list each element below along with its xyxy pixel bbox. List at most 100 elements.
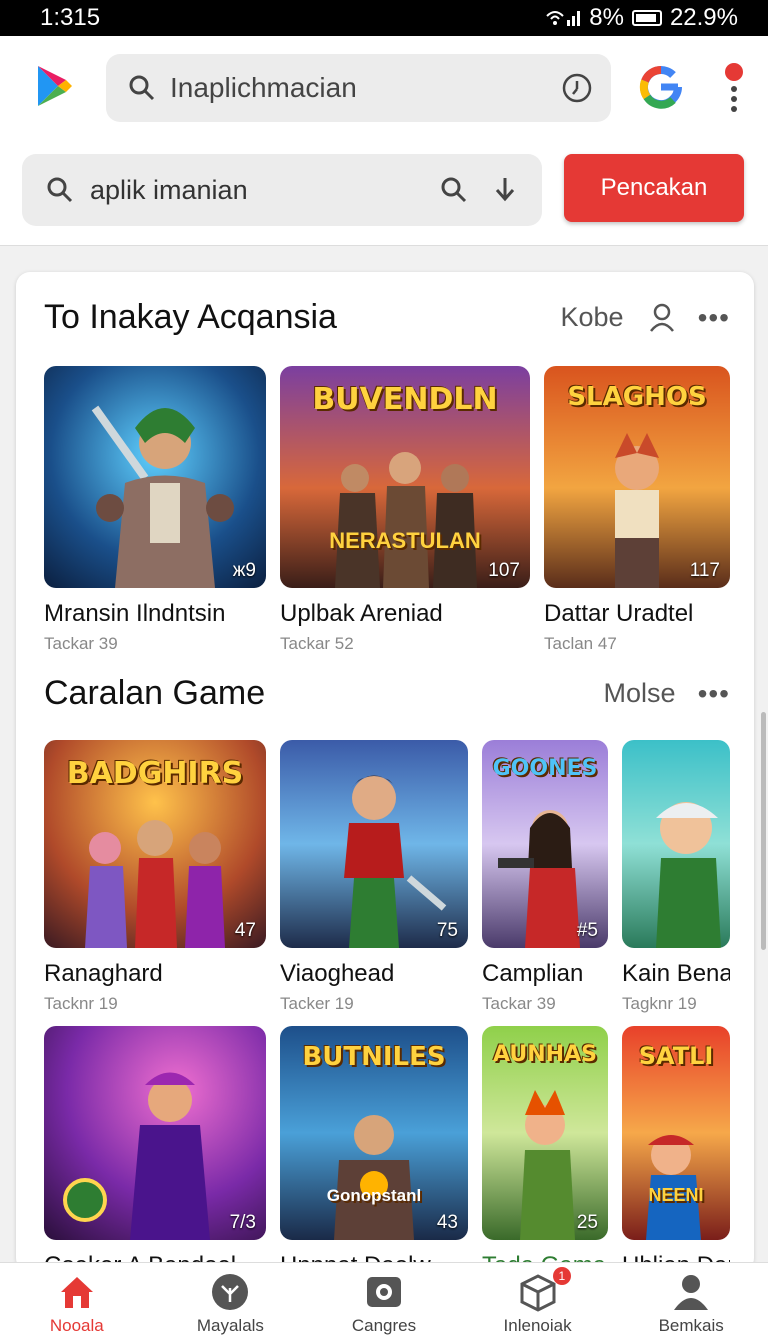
app-rating-badge: 47: [234, 920, 256, 941]
app-rating-badge: ж9: [232, 560, 256, 581]
app-thumbnail[interactable]: BADGHIRS 47: [44, 740, 266, 948]
app-name: Viaoghead: [280, 960, 395, 987]
notification-badge: 1: [552, 1267, 571, 1285]
app-thumbnail[interactable]: 7/3: [44, 1026, 266, 1240]
nav-item-home[interactable]: Nooala: [0, 1263, 154, 1344]
art-title-text: BADGHIRS: [66, 756, 244, 791]
app-rating-badge: 75: [436, 920, 458, 941]
app-rating-badge: #5: [576, 920, 598, 941]
status-right-text: 22.9%: [669, 4, 738, 31]
character-art-icon: [656, 802, 721, 948]
section-header-2: Caralan Game Molse •••: [44, 674, 730, 713]
app-name: Uplbak Areniad: [280, 600, 443, 627]
art-subtitle-text: Gonopstanl: [326, 1186, 422, 1205]
app-subtitle: Tacknr 19: [44, 994, 118, 1013]
app-tile[interactable]: GOONES #5 Camplian Tackar 39: [482, 740, 608, 1014]
camera-icon: [366, 1276, 401, 1307]
character-art-icon: [63, 1072, 210, 1240]
nav-item-cangres[interactable]: Cangres: [307, 1263, 461, 1344]
art-subtitle-text: NEENI: [648, 1185, 704, 1205]
character-art-icon: [646, 1135, 701, 1240]
app-thumbnail[interactable]: ж9: [44, 366, 266, 588]
search-action-button[interactable]: Pencakan: [564, 154, 744, 222]
section-more-link[interactable]: Kobe: [561, 302, 624, 333]
character-art-icon: [85, 820, 225, 948]
nav-label: Inlenoiak: [503, 1315, 572, 1335]
nav-label: Bemkais: [658, 1315, 724, 1335]
header: Inaplichmacian aplik imanian Pencakan: [0, 36, 768, 246]
status-time: 1:315: [40, 4, 101, 31]
app-rating-badge: 43: [436, 1212, 458, 1233]
search-icon: [47, 177, 73, 203]
secondary-search-bar[interactable]: aplik imanian: [22, 154, 542, 226]
search-submit-icon[interactable]: [440, 176, 468, 204]
scrollbar[interactable]: [761, 712, 766, 950]
app-rating-badge: 7/3: [229, 1212, 256, 1233]
art-title-text: SATLI: [638, 1042, 714, 1070]
app-tile[interactable]: SATLI NEENI Uhlian Darl: [622, 1026, 730, 1272]
person-icon[interactable]: [648, 303, 676, 333]
play-store-logo-icon[interactable]: [36, 64, 74, 108]
content-card: To Inakay Acqansia Kobe ••• ж9 Mransin I…: [16, 272, 754, 1272]
section-title: Caralan Game: [44, 674, 266, 712]
app-thumbnail[interactable]: SLAGHOS 117: [544, 366, 730, 588]
app-rating-badge: 117: [689, 560, 720, 581]
art-title-text: AUNHAS: [493, 1042, 597, 1067]
wifi-signal-icon: [546, 11, 581, 26]
character-art-icon: [615, 433, 659, 588]
app-tile[interactable]: BADGHIRS 47 Ranaghard Tacknr 19: [44, 740, 266, 1014]
more-options-icon[interactable]: •••: [698, 678, 730, 710]
app-tile[interactable]: 7/3 Coeker A Bandoel: [44, 1026, 266, 1272]
art-title-text: BUTNILES: [302, 1042, 446, 1072]
google-logo-icon[interactable]: [638, 64, 684, 110]
app-subtitle: Tacker 19: [280, 994, 354, 1013]
app-tile[interactable]: AUNHAS 25 Tada Gama: [482, 1026, 608, 1272]
art-subtitle-text: NERASTULAN: [329, 528, 481, 553]
app-thumbnail[interactable]: 75: [280, 740, 468, 948]
secondary-search-text[interactable]: aplik imanian: [90, 175, 416, 206]
app-rating-badge: 25: [576, 1212, 598, 1233]
section-title: To Inakay Acqansia: [44, 298, 337, 336]
character-art-icon: [335, 452, 477, 588]
top-search-bar[interactable]: Inaplichmacian: [106, 54, 611, 122]
app-thumbnail[interactable]: [622, 740, 730, 948]
app-subtitle: Taclan 47: [544, 634, 617, 653]
app-subtitle: Tagknr 19: [622, 994, 697, 1013]
app-subtitle: Tackar 39: [482, 994, 556, 1013]
section-header-1: To Inakay Acqansia Kobe •••: [44, 298, 730, 337]
art-title-text: BUVENDLN: [312, 382, 498, 417]
app-tile[interactable]: BUVENDLN NERASTULAN 107 Uplbak Areniad T…: [280, 366, 530, 654]
app-name: Mransin Ilndntsin: [44, 600, 226, 627]
nav-item-bemkais[interactable]: Bemkais: [614, 1263, 768, 1344]
app-thumbnail[interactable]: BUVENDLN NERASTULAN 107: [280, 366, 530, 588]
nav-label: Mayalals: [196, 1315, 264, 1335]
section-more-link[interactable]: Molse: [604, 678, 676, 709]
person-icon: [674, 1274, 709, 1310]
download-icon[interactable]: [492, 175, 518, 205]
app-thumbnail[interactable]: BUTNILES Gonopstanl 43: [280, 1026, 468, 1240]
character-art-icon: [344, 775, 447, 948]
battery-percent: 8%: [589, 4, 624, 31]
app-rating-badge: 107: [488, 560, 520, 581]
voice-history-icon[interactable]: [561, 72, 593, 104]
app-thumbnail[interactable]: SATLI NEENI: [622, 1026, 730, 1240]
app-thumbnail[interactable]: AUNHAS 25: [482, 1026, 608, 1240]
home-icon: [60, 1276, 93, 1308]
overflow-menu-icon[interactable]: [720, 62, 748, 112]
top-search-text[interactable]: Inaplichmacian: [170, 72, 561, 104]
app-tile[interactable]: SLAGHOS 117 Dattar Uradtel Taclan 47: [544, 366, 730, 654]
more-options-icon[interactable]: •••: [698, 302, 730, 334]
app-name: Ranaghard: [44, 960, 163, 987]
app-name: Kain Bena: [622, 960, 730, 987]
app-tile[interactable]: 75 Viaoghead Tacker 19: [280, 740, 468, 1014]
app-tile[interactable]: ж9 Mransin Ilndntsin Tackar 39: [44, 366, 266, 654]
app-tile[interactable]: BUTNILES Gonopstanl 43 Hnnnat Daolw: [280, 1026, 468, 1272]
nav-item-mayalals[interactable]: Mayalals: [154, 1263, 308, 1344]
box-icon: [520, 1273, 556, 1312]
art-title-text: SLAGHOS: [567, 382, 707, 412]
app-thumbnail[interactable]: GOONES #5: [482, 740, 608, 948]
app-tile[interactable]: Kain Bena Tagknr 19: [622, 740, 730, 1014]
nav-item-inlenoiak[interactable]: 1 Inlenoiak: [461, 1263, 615, 1344]
bottom-navigation: Nooala Mayalals Cangres 1 Inlenoiak Bemk…: [0, 1262, 768, 1344]
status-bar: 1:315 8% 22.9%: [0, 0, 768, 36]
